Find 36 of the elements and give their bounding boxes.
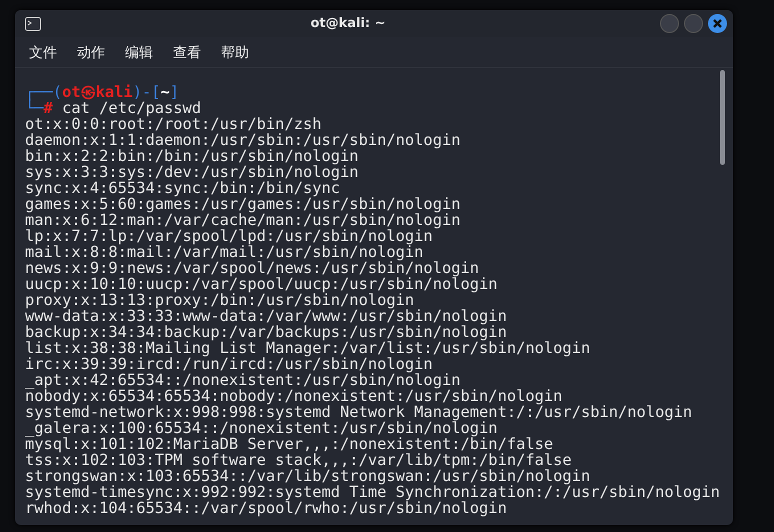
menu-item[interactable]: 帮助 [211, 44, 259, 62]
output-line: _galera:x:100:65534::/nonexistent:/usr/sbin/nologin [25, 420, 498, 436]
output-line: systemd-timesync:x:992:992:systemd Time Synchronization:/:/usr/sbin/nologin [25, 484, 720, 500]
output-line: news:x:9:9:news:/var/spool/news:/usr/sbin/nologin [25, 260, 480, 276]
output-line: mail:x:8:8:mail:/var/mail:/usr/sbin/nologin [25, 244, 424, 260]
output-line: systemd-network:x:998:998:systemd Network Management:/:/usr/sbin/nologin [25, 404, 694, 420]
menu-item[interactable]: 编辑 [115, 44, 163, 62]
output-line: backup:x:34:34:backup:/var/backups:/usr/sbin/nologin [25, 324, 508, 340]
output-line: tss:x:102:103:TPM software stack,,,:/var/lib/tpm:/bin/false [25, 452, 573, 468]
output-line: daemon:x:1:1:daemon:/usr/sbin:/usr/sbin/nologin [25, 132, 462, 148]
output-line: uucp:x:10:10:uucp:/var/spool/uucp:/usr/sbin/nologin [25, 276, 499, 292]
output-line: sys:x:3:3:sys:/dev:/usr/sbin/nologin [25, 164, 360, 180]
menu-item[interactable]: 查看 [163, 44, 211, 62]
menu-item[interactable]: 动作 [67, 44, 115, 62]
output-line: rwhod:x:104:65534::/var/spool/rwho:/usr/sbin/nologin [25, 500, 507, 516]
output-line: proxy:x:13:13:proxy:/bin:/usr/sbin/nologin [25, 292, 414, 308]
output-line: lp:x:7:7:lp:/var/spool/lpd:/usr/sbin/nologin [25, 228, 433, 244]
output-line: nobody:x:65534:65534:nobody:/nonexistent:/usr/sbin/nologin [25, 388, 564, 404]
output-line: _apt:x:42:65534::/nonexistent:/usr/sbin/nologin [25, 372, 462, 388]
menu-item[interactable]: 文件 [19, 44, 67, 62]
output-line: sync:x:4:65534:sync:/bin:/bin/sync [25, 180, 340, 196]
output-line: strongswan:x:103:65534::/var/lib/strongswan:/usr/sbin/nologin [25, 468, 592, 484]
output-line: ot:x:0:0:root:/root:/usr/bin/zsh [25, 116, 323, 132]
prompt-line: └─# cat /etc/passwd [25, 100, 202, 116]
output-line: bin:x:2:2:bin:/bin:/usr/sbin/nologin [25, 148, 359, 164]
output-line: irc:x:39:39:ircd:/run/ircd:/usr/sbin/nologin [25, 356, 433, 372]
scrollbar-thumb[interactable] [720, 70, 725, 165]
close-button[interactable] [708, 14, 727, 33]
terminal-icon [25, 16, 41, 30]
prompt-line: ┌──(ot㉿kali)-[~] [25, 84, 180, 100]
output-line: mysql:x:101:102:MariaDB Server,,,:/nonexistent:/bin/false [25, 436, 554, 452]
output-line: www-data:x:33:33:www-data:/var/www:/usr/sbin/nologin [25, 308, 508, 324]
output-line: games:x:5:60:games:/usr/games:/usr/sbin/nologin [25, 196, 462, 212]
output-line: man:x:6:12:man:/var/cache/man:/usr/sbin/nologin [25, 212, 462, 228]
output-line: list:x:38:38:Mailing List Manager:/var/list:/usr/sbin/nologin [25, 340, 592, 356]
window-title: ot@kali: ~ [309, 16, 387, 31]
